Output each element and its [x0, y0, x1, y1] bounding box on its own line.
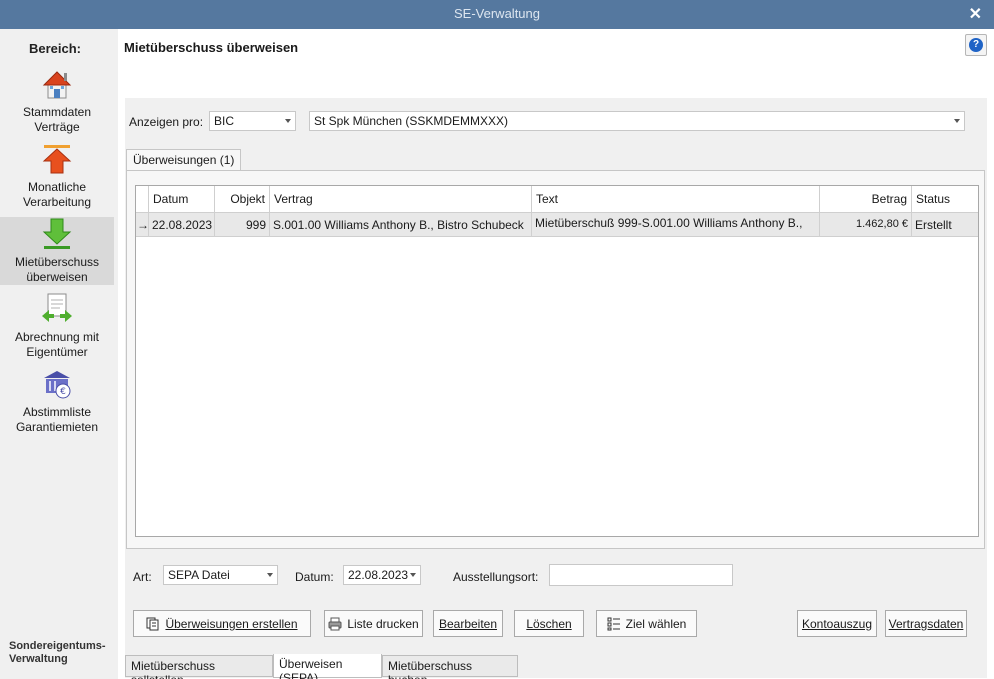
- edit-label: Bearbeiten: [438, 617, 498, 631]
- display-type-value: BIC: [214, 114, 235, 128]
- print-list-button[interactable]: Liste drucken: [324, 610, 423, 637]
- close-icon[interactable]: ✕: [969, 4, 982, 24]
- column-header-text[interactable]: Text: [532, 186, 820, 213]
- content-panel: Anzeigen pro: BIC St Spk München (SSKMDE…: [125, 98, 987, 678]
- display-type-select[interactable]: BIC: [209, 111, 296, 131]
- documents-icon: [146, 617, 159, 631]
- target-list-icon: [607, 617, 620, 631]
- cell-status: Erstellt: [915, 218, 952, 232]
- delete-label: Löschen: [526, 617, 572, 631]
- datum-value: 22.08.2023: [348, 568, 409, 582]
- bank-select[interactable]: St Spk München (SSKMDEMMXXX): [309, 111, 965, 131]
- ausstellungsort-input[interactable]: [549, 564, 733, 586]
- main-area: Mietüberschuss überweisen ? Anzeigen pro…: [118, 29, 994, 679]
- print-list-label: Liste drucken: [347, 617, 419, 631]
- sidebar-item-label: Abrechnung mit: [14, 330, 100, 344]
- row-indicator-header: [136, 186, 149, 213]
- sidebar-item-label: Verträge: [34, 120, 80, 134]
- transfers-table: Datum Objekt Vertrag Text Betrag Status …: [135, 185, 979, 537]
- sidebar-item-ueberweisen[interactable]: Mietüberschuss überweisen: [0, 217, 114, 285]
- sidebar-item-verarbeitung[interactable]: Monatliche Verarbeitung: [0, 142, 114, 210]
- sidebar: Bereich: Stammdaten Verträge Monatliche …: [0, 29, 118, 679]
- window-title: SE-Verwaltung: [454, 6, 540, 21]
- sidebar-heading: Bereich:: [28, 41, 82, 56]
- arrow-up-icon: [42, 145, 72, 174]
- contract-data-label: Vertragsdaten: [888, 617, 964, 631]
- help-icon: ?: [969, 38, 983, 52]
- art-label: Art:: [133, 570, 152, 584]
- page-title: Mietüberschuss überweisen: [124, 40, 299, 55]
- sidebar-item-label: Mietüberschuss: [14, 255, 100, 269]
- chevron-down-icon: [410, 573, 416, 577]
- chevron-down-icon: [285, 119, 291, 123]
- account-statement-button[interactable]: Kontoauszug: [797, 610, 877, 637]
- document-exchange-icon: [42, 293, 72, 322]
- tab-ueberweisungen[interactable]: Überweisungen (1): [126, 149, 242, 172]
- choose-target-button[interactable]: Ziel wählen: [596, 610, 697, 637]
- help-button[interactable]: ?: [965, 34, 987, 56]
- column-header-status[interactable]: Status: [912, 186, 978, 213]
- column-header-vertrag[interactable]: Vertrag: [270, 186, 532, 213]
- delete-button[interactable]: Löschen: [514, 610, 584, 637]
- chevron-down-icon: [954, 119, 960, 123]
- edit-button[interactable]: Bearbeiten: [433, 610, 503, 637]
- cell-objekt: 999: [215, 213, 270, 237]
- ausstellungsort-label: Ausstellungsort:: [453, 570, 539, 584]
- svg-text:€: €: [60, 387, 66, 397]
- column-header-datum[interactable]: Datum: [149, 186, 215, 213]
- sidebar-item-abrechnung[interactable]: Abrechnung mit Eigentümer: [0, 292, 114, 360]
- table-row[interactable]: → 22.08.2023 999 S.001.00 Williams Antho…: [136, 213, 978, 237]
- cell-betrag: 1.462,80 €: [820, 213, 912, 237]
- sidebar-item-label: Stammdaten: [22, 105, 92, 119]
- chevron-down-icon: [267, 573, 273, 577]
- arrow-down-icon: [42, 218, 72, 249]
- row-marker: →: [136, 213, 149, 237]
- column-header-objekt[interactable]: Objekt: [215, 186, 270, 213]
- tab-sollstellen[interactable]: Mietüberschuss sollstellen: [125, 655, 273, 679]
- art-select[interactable]: SEPA Datei: [163, 565, 278, 585]
- title-bar: SE-Verwaltung ✕: [0, 0, 994, 29]
- datum-label: Datum:: [295, 570, 334, 584]
- sidebar-item-label: Verarbeitung: [22, 195, 92, 209]
- art-value: SEPA Datei: [168, 568, 230, 582]
- cell-datum: 22.08.2023: [149, 213, 215, 237]
- tab-buchen[interactable]: Mietüberschuss buchen: [382, 655, 518, 679]
- contract-data-button[interactable]: Vertragsdaten: [885, 610, 967, 637]
- account-statement-label: Kontoauszug: [801, 617, 873, 631]
- column-header-betrag[interactable]: Betrag: [820, 186, 912, 213]
- create-transfers-label: Überweisungen erstellen: [165, 617, 298, 631]
- cell-vertrag: S.001.00 Williams Anthony B., Bistro Sch…: [270, 213, 532, 237]
- display-per-label: Anzeigen pro:: [129, 115, 204, 129]
- footer-line: Verwaltung: [9, 653, 68, 665]
- house-icon: [42, 71, 72, 99]
- sidebar-item-label: Abstimmliste: [22, 405, 91, 419]
- tab-page: Datum Objekt Vertrag Text Betrag Status …: [126, 170, 985, 549]
- datum-picker[interactable]: 22.08.2023: [343, 565, 421, 585]
- sidebar-item-label: Monatliche: [27, 180, 87, 194]
- sidebar-item-stammdaten[interactable]: Stammdaten Verträge: [0, 67, 114, 135]
- sidebar-footer: Sondereigentums- Verwaltung: [9, 640, 106, 666]
- sidebar-item-label: Garantiemieten: [15, 420, 99, 434]
- euro-bank-icon: €: [44, 371, 71, 399]
- sidebar-item-abstimmliste[interactable]: € Abstimmliste Garantiemieten: [0, 367, 114, 435]
- footer-line: Sondereigentums-: [9, 640, 106, 652]
- sidebar-item-label: überweisen: [26, 270, 88, 284]
- sidebar-item-label: Eigentümer: [26, 345, 88, 359]
- choose-target-label: Ziel wählen: [625, 617, 687, 631]
- tab-ueberweisen-sepa[interactable]: Überweisen (SEPA): [273, 654, 382, 679]
- create-transfers-button[interactable]: Überweisungen erstellen: [133, 610, 311, 637]
- bank-value: St Spk München (SSKMDEMMXXX): [314, 114, 509, 128]
- cell-text: Mietüberschuß 999-S.001.00 Williams Anth…: [532, 213, 820, 237]
- printer-icon: [328, 617, 342, 631]
